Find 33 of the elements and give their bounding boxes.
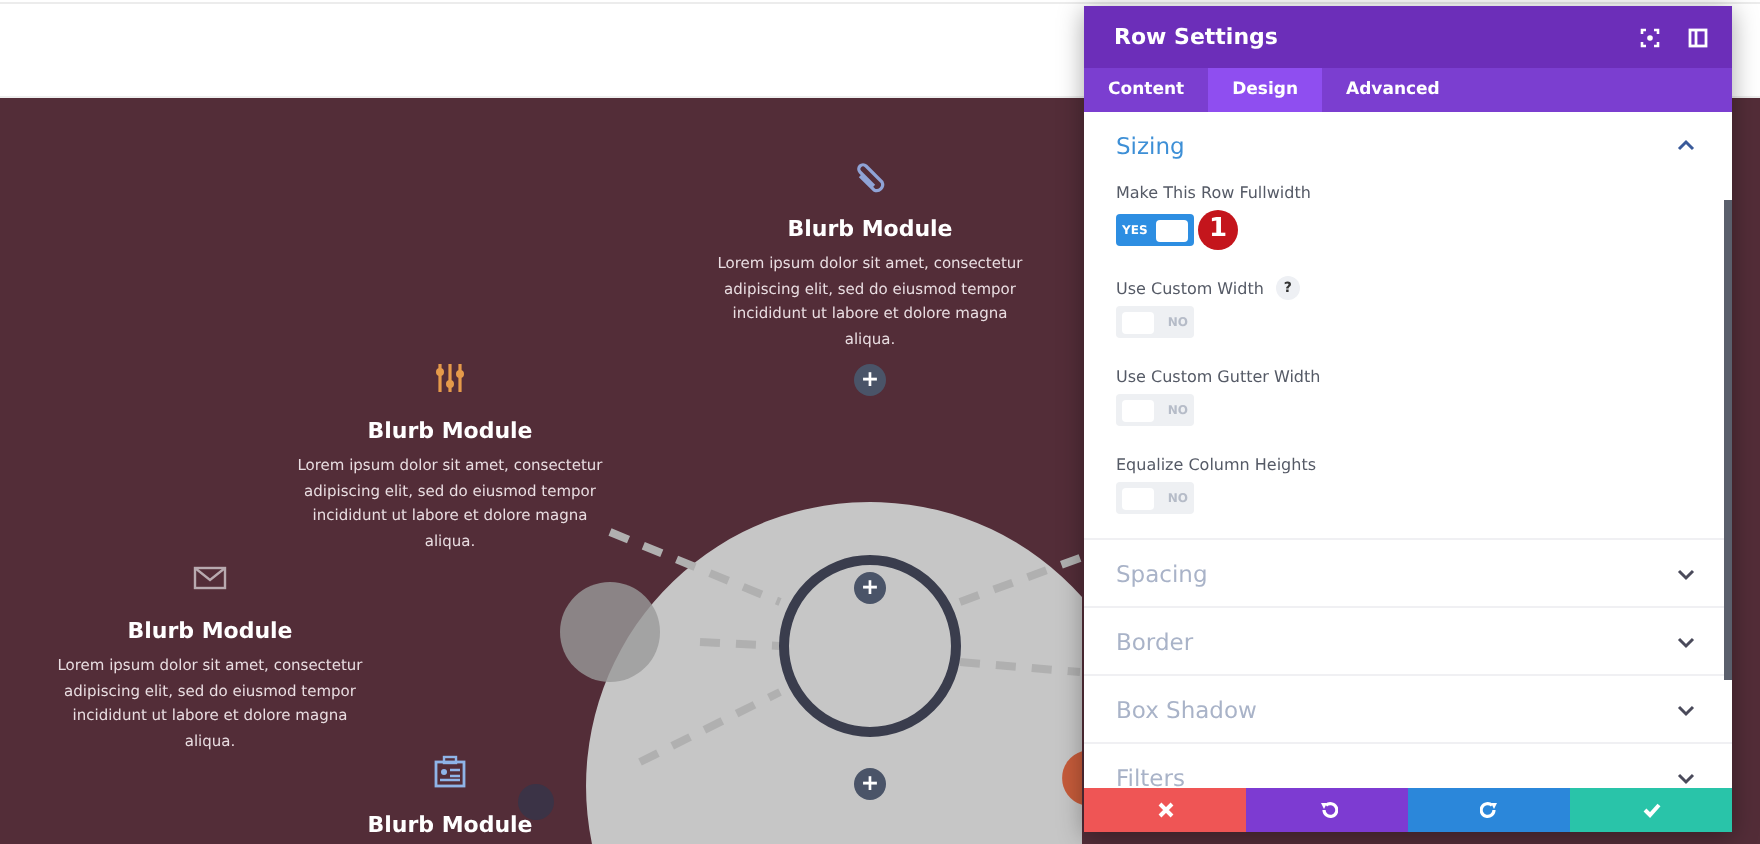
step-number-badge: 1 — [1198, 210, 1238, 250]
blurb-title: Blurb Module — [787, 216, 953, 244]
redo-icon — [1479, 800, 1499, 820]
setting-label: Make This Row Fullwidth — [1116, 183, 1311, 201]
paperclip-icon — [852, 158, 888, 194]
tab[interactable]: Content — [1084, 68, 1209, 112]
section-title[interactable]: Sizing — [1116, 131, 1185, 159]
setting-label: Equalize Column Heights — [1116, 455, 1317, 473]
close-icon — [1155, 800, 1175, 820]
save-button[interactable] — [1570, 788, 1732, 832]
setting-label: Use Custom Width — [1116, 279, 1264, 297]
undo-icon — [1317, 800, 1337, 820]
sliders-icon — [432, 360, 468, 396]
section-title[interactable]: Box Shadow — [1116, 695, 1257, 723]
section-title[interactable]: Spacing — [1116, 559, 1208, 587]
panel-title: Row Settings — [1114, 24, 1278, 50]
tab[interactable]: Design — [1208, 68, 1323, 112]
expand-icon — [1640, 27, 1660, 47]
blurb-title: Blurb Module — [127, 618, 293, 646]
section-title[interactable]: Border — [1116, 627, 1194, 655]
cancel-button[interactable] — [1084, 788, 1246, 832]
section-title[interactable]: Filters — [1116, 763, 1185, 788]
add-button[interactable]: + — [854, 364, 886, 396]
blurb-title: Blurb Module — [367, 418, 533, 446]
check-icon — [1641, 800, 1661, 820]
blurb-title: Blurb Module — [367, 812, 533, 840]
scrollbar[interactable] — [1724, 200, 1732, 680]
id-badge-icon — [432, 754, 468, 790]
redo-button[interactable] — [1408, 788, 1570, 832]
sidebar-icon — [1688, 27, 1708, 47]
undo-button[interactable] — [1246, 788, 1408, 832]
tab[interactable]: Advanced — [1322, 68, 1464, 112]
setting-label: Use Custom Gutter Width — [1116, 367, 1321, 385]
